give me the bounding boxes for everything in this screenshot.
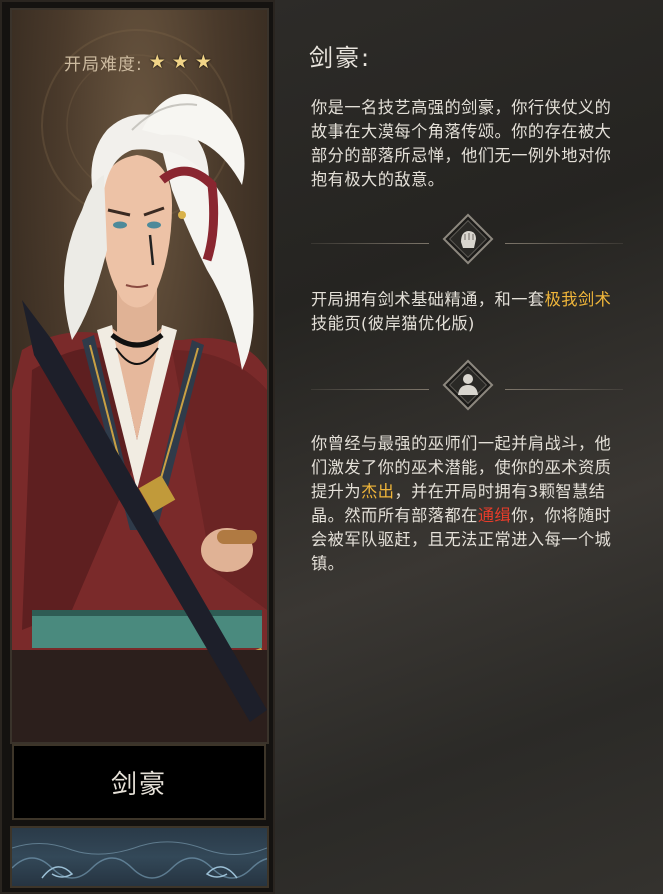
character-card[interactable]: 开局难度: ★ ★ ★ 剑豪 xyxy=(0,0,293,894)
divider-line xyxy=(505,243,623,244)
divider-trait xyxy=(311,356,623,424)
divider-line xyxy=(311,389,429,390)
card-bottom-ornament xyxy=(10,826,293,888)
divider-line xyxy=(311,243,429,244)
star-icon: ★ xyxy=(148,51,166,73)
star-icon: ★ xyxy=(194,51,212,73)
character-portrait: 开局难度: ★ ★ ★ xyxy=(10,8,269,744)
trait-highlight-gold: 杰出 xyxy=(361,482,395,501)
description-panel: 剑豪: 你是一名技艺高强的剑豪，你行侠仗义的故事在大漠每个角落传颂。你的存在被大… xyxy=(275,0,663,894)
character-name-plate[interactable]: 剑豪 xyxy=(12,744,266,820)
divider-skill xyxy=(311,210,623,278)
star-icon: ★ xyxy=(171,51,189,73)
divider-line xyxy=(505,389,623,390)
trait-highlight-red: 通缉 xyxy=(477,506,512,525)
bust-icon xyxy=(442,359,494,411)
trait-description: 你曾经与最强的巫师们一起并肩战斗，他们激发了你的巫术潜能，使你的巫术资质提升为杰… xyxy=(311,432,621,576)
skill-highlight: 极我剑术 xyxy=(544,290,612,309)
wave-ornament xyxy=(11,841,293,879)
skill-text-before: 开局拥有剑术基础精通，和一套 xyxy=(311,290,545,309)
panel-title: 剑豪: xyxy=(309,44,372,72)
background-description: 你是一名技艺高强的剑豪，你行侠仗义的故事在大漠每个角落传颂。你的存在被大部分的部… xyxy=(311,98,612,189)
skill-text-after: 技能页(彼岸猫优化版) xyxy=(311,314,475,333)
difficulty-label: 开局难度: xyxy=(64,54,143,75)
character-name: 剑豪 xyxy=(110,769,167,800)
skill-description: 开局拥有剑术基础精通，和一套极我剑术技能页(彼岸猫优化版) xyxy=(311,288,621,336)
fist-icon xyxy=(442,213,494,265)
swordsman-portrait-image xyxy=(12,29,267,742)
difficulty-row: 开局难度: ★ ★ ★ xyxy=(64,50,212,75)
